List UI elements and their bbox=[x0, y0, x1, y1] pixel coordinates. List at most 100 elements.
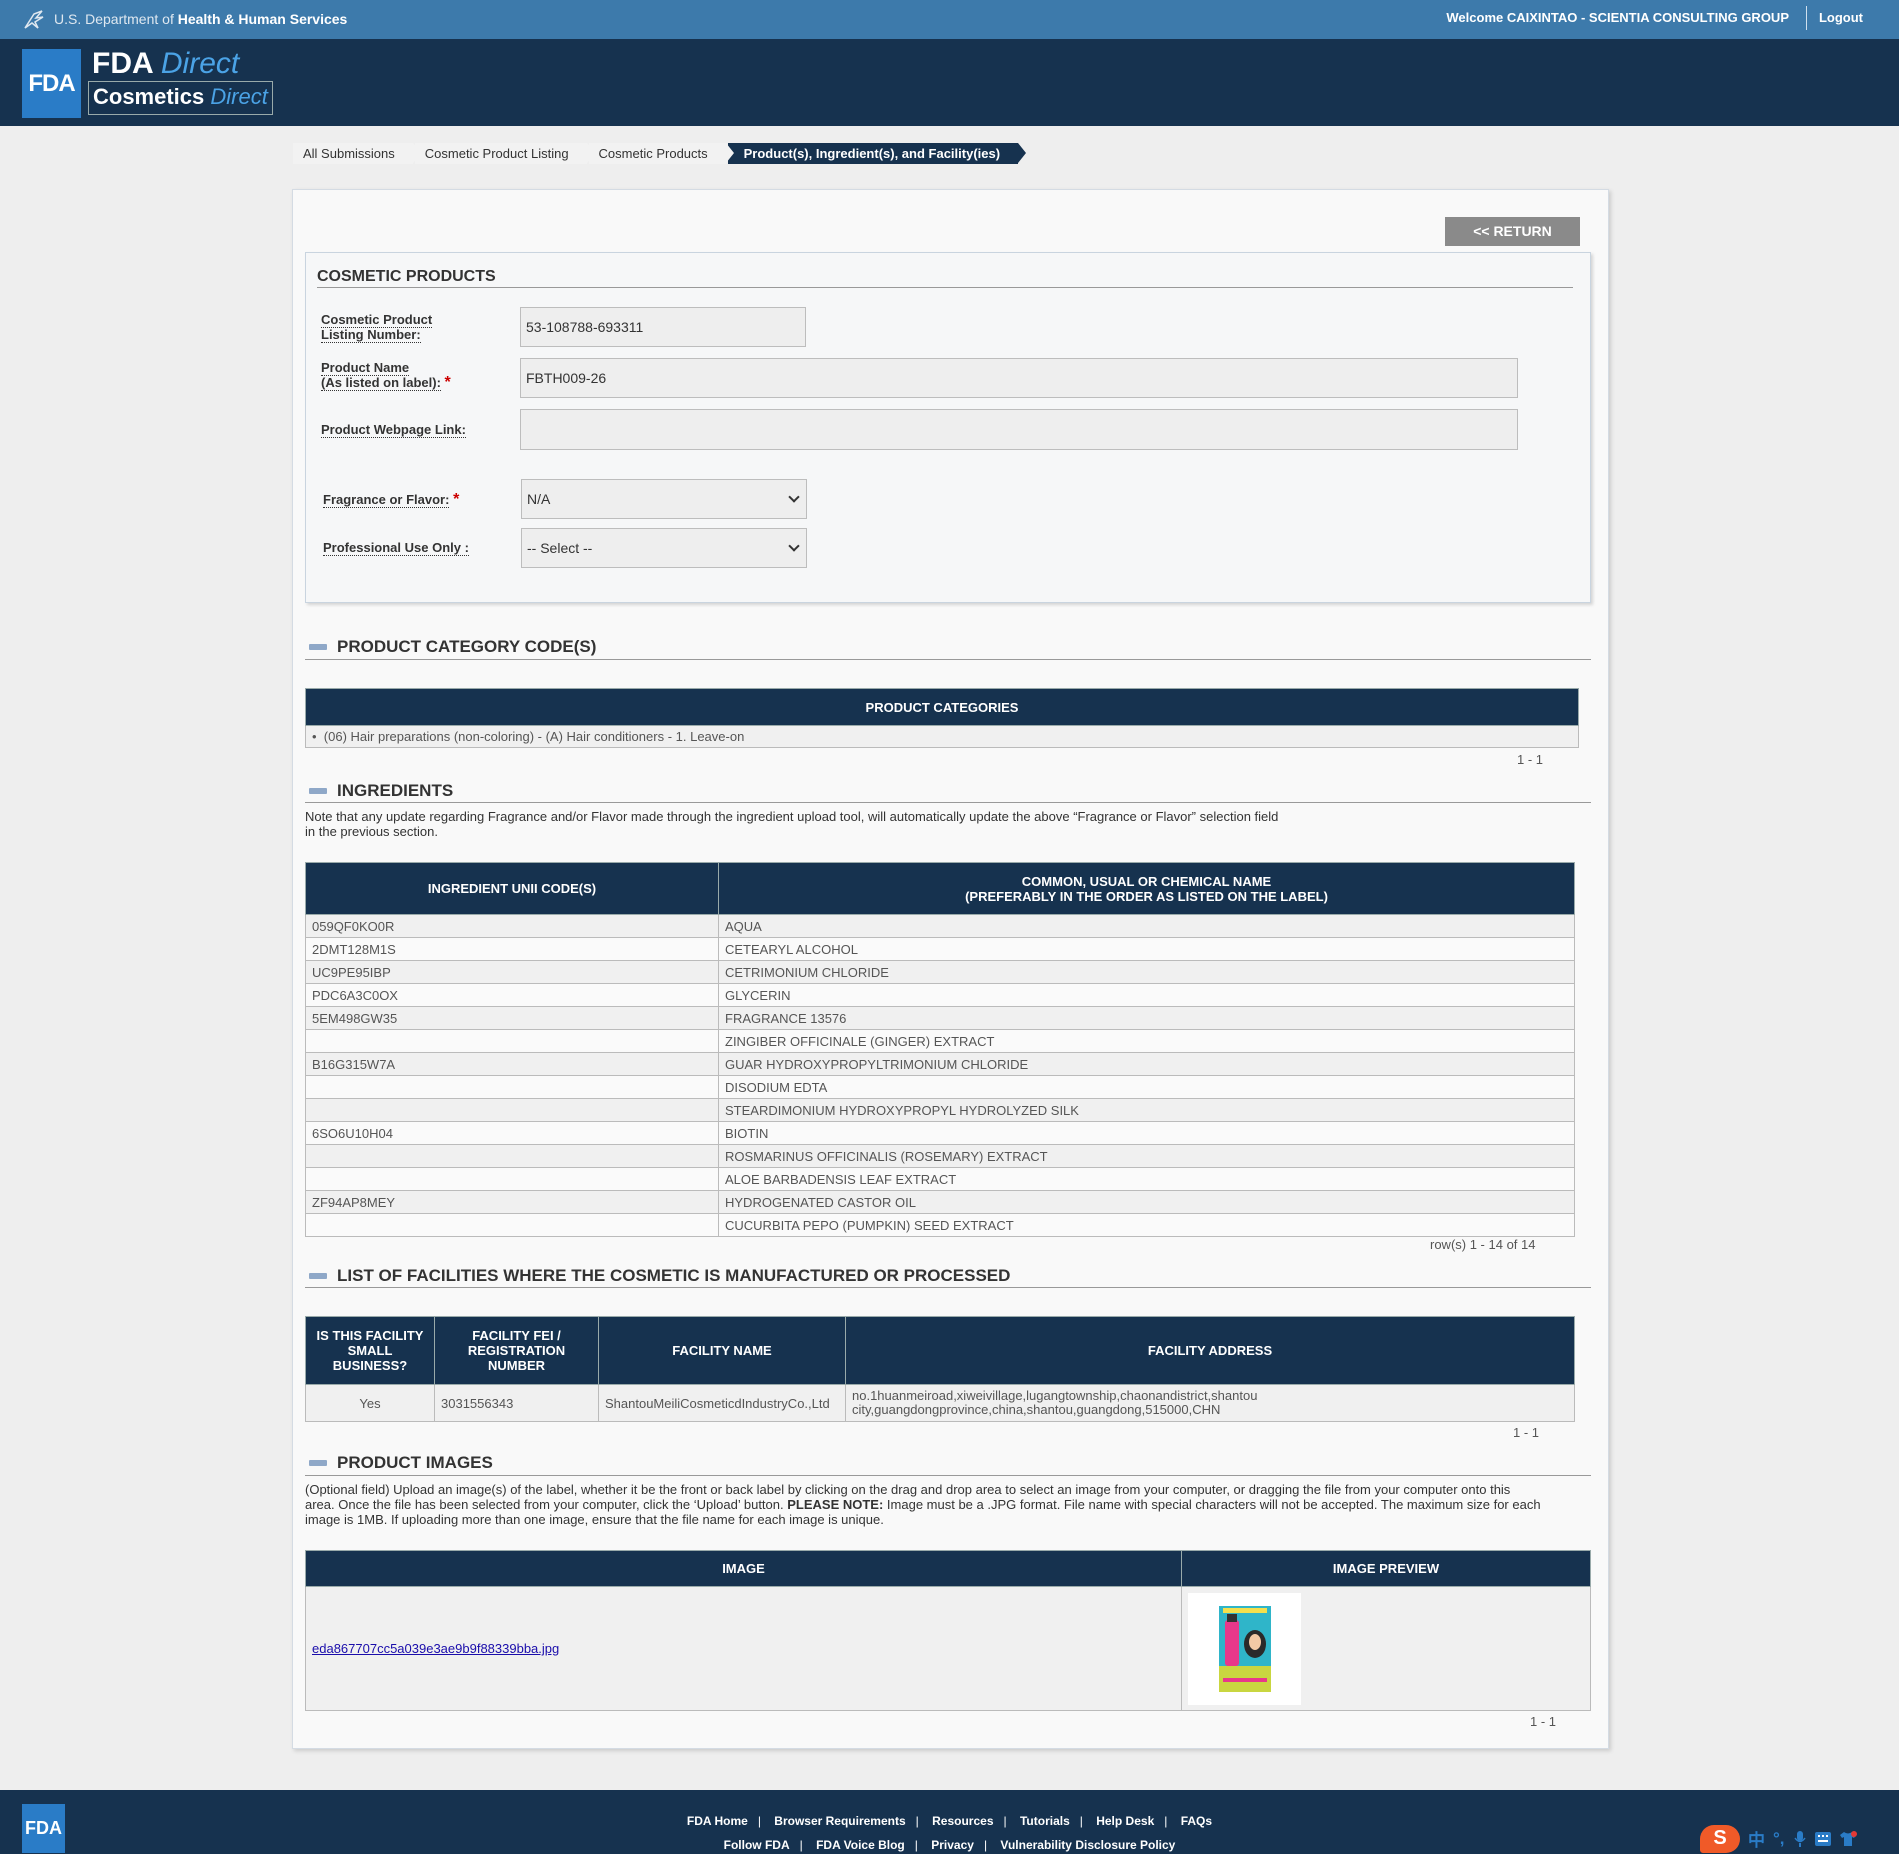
top-divider bbox=[1806, 6, 1807, 30]
collapse-icon[interactable] bbox=[309, 1273, 327, 1279]
footer-link-follow-fda[interactable]: Follow FDA bbox=[724, 1838, 790, 1852]
images-section-header: PRODUCT IMAGES bbox=[309, 1453, 493, 1473]
ingredient-unii-code bbox=[305, 1167, 719, 1191]
ingredient-row: STEARDIMONIUM HYDROXYPROPYL HYDROLYZED S… bbox=[305, 1098, 1575, 1122]
ingredient-unii-code bbox=[305, 1075, 719, 1099]
ingredient-unii-code bbox=[305, 1213, 719, 1237]
product-thumbnail[interactable] bbox=[1188, 1592, 1301, 1705]
ingredient-unii-code: 059QF0KO0R bbox=[305, 914, 719, 938]
facility-address-header: FACILITY ADDRESS bbox=[845, 1316, 1575, 1385]
ingredient-name: GUAR HYDROXYPROPYLTRIMONIUM CHLORIDE bbox=[718, 1052, 1575, 1076]
ingredient-row: 059QF0KO0R AQUA bbox=[305, 914, 1575, 938]
image-preview-cell bbox=[1181, 1586, 1591, 1711]
facilities-pager: 1 - 1 bbox=[1513, 1425, 1540, 1440]
footer: FDA FDA Home | Browser Requirements | Reso… bbox=[0, 1790, 1899, 1854]
footer-link-vulnerability-disclosure[interactable]: Vulnerability Disclosure Policy bbox=[1000, 1838, 1175, 1852]
skin-shirt-icon[interactable] bbox=[1839, 1830, 1857, 1847]
section-divider bbox=[305, 802, 1591, 803]
image-preview-header: IMAGE PREVIEW bbox=[1181, 1550, 1591, 1587]
hhs-bar: U.S. Department of Health & Human Servic… bbox=[0, 0, 1899, 39]
facility-fei: 3031556343 bbox=[434, 1384, 599, 1422]
ingredient-name: HYDROGENATED CASTOR OIL bbox=[718, 1190, 1575, 1214]
ingredient-name: GLYCERIN bbox=[718, 983, 1575, 1007]
panel-divider bbox=[317, 287, 1573, 288]
product-name-field[interactable]: FBTH009-26 bbox=[520, 358, 1518, 398]
professional-use-select[interactable]: -- Select -- bbox=[521, 528, 807, 568]
footer-link-voice-blog[interactable]: FDA Voice Blog bbox=[816, 1838, 905, 1852]
breadcrumb-cosmetic-products[interactable]: Cosmetic Products bbox=[588, 143, 734, 164]
ingredient-name: CETRIMONIUM CHLORIDE bbox=[718, 960, 1575, 984]
ingredient-unii-code: ZF94AP8MEY bbox=[305, 1190, 719, 1214]
facilities-section-header: LIST OF FACILITIES WHERE THE COSMETIC IS… bbox=[309, 1266, 1010, 1286]
images-pager: 1 - 1 bbox=[1530, 1714, 1557, 1729]
facility-name-header: FACILITY NAME bbox=[598, 1316, 846, 1385]
fda-direct-title: FDA Direct bbox=[92, 47, 240, 80]
hhs-department[interactable]: U.S. Department of Health & Human Servic… bbox=[54, 11, 347, 27]
images-table: IMAGE IMAGE PREVIEW eda867707cc5a039e3ae… bbox=[305, 1550, 1591, 1711]
footer-link-browser-requirements[interactable]: Browser Requirements bbox=[774, 1814, 905, 1828]
ingredients-table: INGREDIENT UNII CODE(S) COMMON, USUAL OR… bbox=[305, 862, 1575, 1237]
breadcrumb-cosmetic-product-listing[interactable]: Cosmetic Product Listing bbox=[414, 143, 595, 164]
ingredient-row: UC9PE95IBP CETRIMONIUM CHLORIDE bbox=[305, 960, 1575, 984]
category-section-header: PRODUCT CATEGORY CODE(S) bbox=[309, 637, 596, 657]
ingredient-name: CETEARYL ALCOHOL bbox=[718, 937, 1575, 961]
ingredient-row: 2DMT128M1S CETEARYL ALCOHOL bbox=[305, 937, 1575, 961]
sogou-logo-icon[interactable]: S bbox=[1700, 1824, 1740, 1853]
ingredient-name: STEARDIMONIUM HYDROXYPROPYL HYDROLYZED S… bbox=[718, 1098, 1575, 1122]
image-header: IMAGE bbox=[305, 1550, 1182, 1587]
unii-header: INGREDIENT UNII CODE(S) bbox=[305, 862, 719, 915]
ingredient-row: ZINGIBER OFFICINALE (GINGER) EXTRACT bbox=[305, 1029, 1575, 1053]
footer-link-fda-home[interactable]: FDA Home bbox=[687, 1814, 748, 1828]
footer-link-faqs[interactable]: FAQs bbox=[1181, 1814, 1212, 1828]
footer-links-row-1: FDA Home | Browser Requirements | Resource… bbox=[686, 1814, 1213, 1828]
category-table: PRODUCT CATEGORIES • (06) Hair preparati… bbox=[305, 688, 1579, 748]
microphone-icon[interactable] bbox=[1793, 1830, 1807, 1848]
webpage-link-label: Product Webpage Link: bbox=[321, 422, 466, 438]
cosmetic-products-title: COSMETIC PRODUCTS bbox=[317, 268, 496, 285]
listing-number-field[interactable]: 53-108788-693311 bbox=[520, 307, 806, 347]
fragrance-label: Fragrance or Flavor: * bbox=[323, 491, 460, 508]
footer-link-privacy[interactable]: Privacy bbox=[931, 1838, 974, 1852]
fragrance-select[interactable]: N/A bbox=[521, 479, 807, 519]
ingredient-name: FRAGRANCE 13576 bbox=[718, 1006, 1575, 1030]
fragrance-select-value: N/A bbox=[527, 491, 551, 507]
ingredient-row: CUCURBITA PEPO (PUMPKIN) SEED EXTRACT bbox=[305, 1213, 1575, 1237]
dept-prefix: U.S. Department of bbox=[54, 11, 178, 27]
ime-punct-toggle[interactable]: °, bbox=[1773, 1829, 1785, 1849]
chevron-down-icon bbox=[788, 491, 800, 503]
section-divider bbox=[305, 1287, 1591, 1288]
webpage-link-field[interactable] bbox=[520, 409, 1518, 450]
breadcrumb-all-submissions[interactable]: All Submissions bbox=[293, 143, 421, 164]
small-business-header: IS THIS FACILITY SMALL BUSINESS? bbox=[305, 1316, 435, 1385]
ingredient-row: DISODIUM EDTA bbox=[305, 1075, 1575, 1099]
ingredients-section-header: INGREDIENTS bbox=[309, 781, 453, 801]
logout-link[interactable]: Logout bbox=[1819, 10, 1863, 25]
image-file-link[interactable]: eda867707cc5a039e3ae9b9f88339bba.jpg bbox=[312, 1641, 559, 1656]
footer-link-resources[interactable]: Resources bbox=[932, 1814, 993, 1828]
section-divider bbox=[305, 1475, 1591, 1476]
chemical-name-header: COMMON, USUAL OR CHEMICAL NAME (PREFERABL… bbox=[718, 862, 1575, 915]
ingredient-row: ALOE BARBADENSIS LEAF EXTRACT bbox=[305, 1167, 1575, 1191]
footer-link-help-desk[interactable]: Help Desk bbox=[1096, 1814, 1154, 1828]
listing-number-label: Cosmetic Product Listing Number: bbox=[321, 312, 433, 343]
fei-header: FACILITY FEI / REGISTRATION NUMBER bbox=[434, 1316, 599, 1385]
ingredients-note: Note that any update regarding Fragrance… bbox=[305, 809, 1279, 839]
facility-name: ShantouMeiliCosmeticdIndustryCo.,Ltd bbox=[598, 1384, 846, 1422]
footer-link-tutorials[interactable]: Tutorials bbox=[1020, 1814, 1070, 1828]
ingredient-name: ALOE BARBADENSIS LEAF EXTRACT bbox=[718, 1167, 1575, 1191]
fda-logo[interactable]: FDA bbox=[22, 49, 81, 118]
footer-links-row-2: Follow FDA | FDA Voice Blog | Privacy | Vul… bbox=[723, 1838, 1176, 1852]
collapse-icon[interactable] bbox=[309, 1460, 327, 1466]
ime-lang-toggle[interactable]: 中 bbox=[1748, 1826, 1765, 1851]
ingredients-pager: row(s) 1 - 14 of 14 bbox=[1430, 1237, 1536, 1252]
ingredient-row: PDC6A3C0OX GLYCERIN bbox=[305, 983, 1575, 1007]
return-button[interactable]: << RETURN bbox=[1445, 217, 1580, 246]
category-item: (06) Hair preparations (non-coloring) - … bbox=[323, 729, 745, 744]
collapse-icon[interactable] bbox=[309, 644, 327, 650]
collapse-icon[interactable] bbox=[309, 788, 327, 794]
ingredient-name: ZINGIBER OFFICINALE (GINGER) EXTRACT bbox=[718, 1029, 1575, 1053]
fda-header: FDA FDA Direct Cosmetics Direct bbox=[0, 39, 1899, 126]
ingredient-unii-code bbox=[305, 1029, 719, 1053]
keyboard-icon[interactable] bbox=[1814, 1831, 1831, 1846]
ingredient-row: 6SO6U10H04 BIOTIN bbox=[305, 1121, 1575, 1145]
